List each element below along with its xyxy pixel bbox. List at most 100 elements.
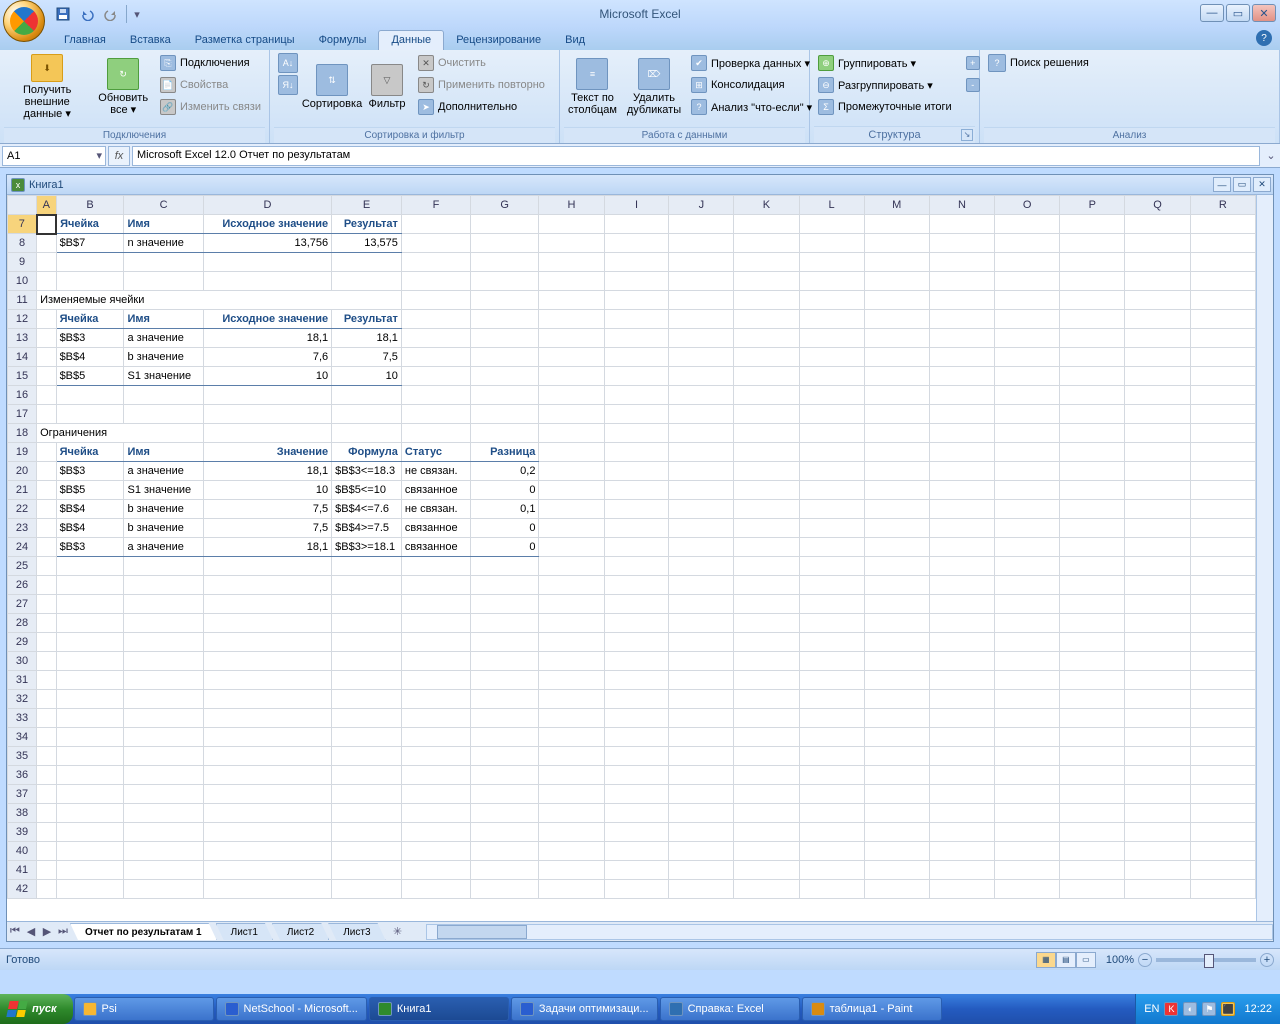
cell-B21[interactable]: $B$5 xyxy=(56,481,124,500)
cell-Q42[interactable] xyxy=(1125,880,1190,899)
cell-A9[interactable] xyxy=(37,253,57,272)
cell-L15[interactable] xyxy=(799,367,864,386)
cell-M22[interactable] xyxy=(864,500,929,519)
cell-F36[interactable] xyxy=(401,766,470,785)
ribbon-tab-0[interactable]: Главная xyxy=(52,31,118,50)
cell-F18[interactable] xyxy=(401,424,470,443)
cell-H22[interactable] xyxy=(539,500,604,519)
cell-J34[interactable] xyxy=(669,728,734,747)
cell-A19[interactable] xyxy=(37,443,57,462)
ribbon-tab-4[interactable]: Данные xyxy=(378,30,444,50)
cell-M16[interactable] xyxy=(864,386,929,405)
cell-J41[interactable] xyxy=(669,861,734,880)
cell-C26[interactable] xyxy=(124,576,203,595)
cell-L10[interactable] xyxy=(799,272,864,291)
cell-O25[interactable] xyxy=(995,557,1060,576)
cell-G8[interactable] xyxy=(470,234,538,253)
cell-R19[interactable] xyxy=(1190,443,1255,462)
cell-H13[interactable] xyxy=(539,329,604,348)
cell-H20[interactable] xyxy=(539,462,604,481)
col-header-P[interactable]: P xyxy=(1060,196,1125,215)
cell-L18[interactable] xyxy=(799,424,864,443)
cell-C40[interactable] xyxy=(124,842,203,861)
cell-R30[interactable] xyxy=(1190,652,1255,671)
cell-C34[interactable] xyxy=(124,728,203,747)
cell-I12[interactable] xyxy=(604,310,669,329)
cell-J25[interactable] xyxy=(669,557,734,576)
cell-C9[interactable] xyxy=(124,253,203,272)
cell-K34[interactable] xyxy=(734,728,799,747)
cell-M33[interactable] xyxy=(864,709,929,728)
cell-P41[interactable] xyxy=(1060,861,1125,880)
cell-F12[interactable] xyxy=(401,310,470,329)
cell-M36[interactable] xyxy=(864,766,929,785)
zoom-slider[interactable] xyxy=(1156,958,1256,962)
cell-H8[interactable] xyxy=(539,234,604,253)
cell-B36[interactable] xyxy=(56,766,124,785)
cell-E37[interactable] xyxy=(332,785,402,804)
cell-E35[interactable] xyxy=(332,747,402,766)
cell-F31[interactable] xyxy=(401,671,470,690)
cell-Q14[interactable] xyxy=(1125,348,1190,367)
cell-R7[interactable] xyxy=(1190,215,1255,234)
cell-G32[interactable] xyxy=(470,690,538,709)
cell-P31[interactable] xyxy=(1060,671,1125,690)
text-to-columns-button[interactable]: ≡ Текст по столбцам xyxy=(564,52,621,122)
cell-O35[interactable] xyxy=(995,747,1060,766)
cell-A24[interactable] xyxy=(37,538,57,557)
cell-A34[interactable] xyxy=(37,728,57,747)
cell-D22[interactable]: 7,5 xyxy=(203,500,332,519)
cell-E38[interactable] xyxy=(332,804,402,823)
taskbar-item-0[interactable]: Psi xyxy=(74,997,214,1021)
office-button[interactable] xyxy=(3,0,45,42)
cell-J27[interactable] xyxy=(669,595,734,614)
cell-L28[interactable] xyxy=(799,614,864,633)
cell-H36[interactable] xyxy=(539,766,604,785)
cell-O13[interactable] xyxy=(995,329,1060,348)
close-button[interactable]: ✕ xyxy=(1252,4,1276,22)
cell-F20[interactable]: не связан. xyxy=(401,462,470,481)
cell-H37[interactable] xyxy=(539,785,604,804)
start-button[interactable]: пуск xyxy=(0,994,73,1024)
cell-M30[interactable] xyxy=(864,652,929,671)
cell-F30[interactable] xyxy=(401,652,470,671)
cell-G30[interactable] xyxy=(470,652,538,671)
cell-E16[interactable] xyxy=(332,386,402,405)
cell-P15[interactable] xyxy=(1060,367,1125,386)
cell-N31[interactable] xyxy=(929,671,994,690)
cell-E15[interactable]: 10 xyxy=(332,367,402,386)
cell-Q26[interactable] xyxy=(1125,576,1190,595)
cell-I26[interactable] xyxy=(604,576,669,595)
cell-F15[interactable] xyxy=(401,367,470,386)
cell-Q17[interactable] xyxy=(1125,405,1190,424)
cell-M32[interactable] xyxy=(864,690,929,709)
cell-M12[interactable] xyxy=(864,310,929,329)
cell-K37[interactable] xyxy=(734,785,799,804)
cell-H27[interactable] xyxy=(539,595,604,614)
cell-B23[interactable]: $B$4 xyxy=(56,519,124,538)
cell-J29[interactable] xyxy=(669,633,734,652)
cell-I11[interactable] xyxy=(604,291,669,310)
name-box[interactable]: A1 xyxy=(2,146,106,166)
cell-C42[interactable] xyxy=(124,880,203,899)
cell-P17[interactable] xyxy=(1060,405,1125,424)
cell-B27[interactable] xyxy=(56,595,124,614)
cell-A31[interactable] xyxy=(37,671,57,690)
cell-D18[interactable] xyxy=(203,424,332,443)
cell-P34[interactable] xyxy=(1060,728,1125,747)
cell-O30[interactable] xyxy=(995,652,1060,671)
ribbon-tab-2[interactable]: Разметка страницы xyxy=(183,31,307,50)
cell-K24[interactable] xyxy=(734,538,799,557)
cell-G29[interactable] xyxy=(470,633,538,652)
clear-filter-button[interactable]: ✕Очистить xyxy=(414,52,549,74)
cell-A42[interactable] xyxy=(37,880,57,899)
cell-G40[interactable] xyxy=(470,842,538,861)
col-header-E[interactable]: E xyxy=(332,196,402,215)
cell-N28[interactable] xyxy=(929,614,994,633)
cell-L11[interactable] xyxy=(799,291,864,310)
group-button[interactable]: ⊕Группировать ▾ xyxy=(814,52,956,74)
cell-L36[interactable] xyxy=(799,766,864,785)
cell-L41[interactable] xyxy=(799,861,864,880)
cell-C32[interactable] xyxy=(124,690,203,709)
cell-L22[interactable] xyxy=(799,500,864,519)
